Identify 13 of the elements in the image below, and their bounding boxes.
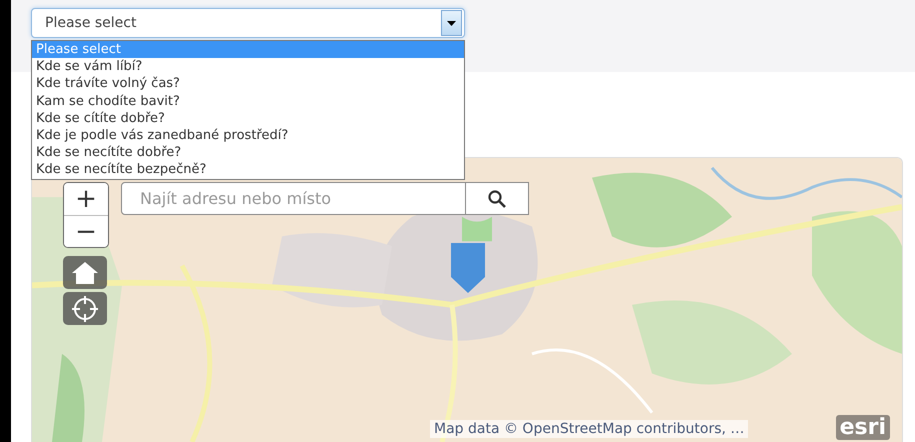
map-attribution: Map data © OpenStreetMap contributors, … xyxy=(430,420,748,438)
search-button[interactable] xyxy=(466,182,529,215)
locate-button[interactable] xyxy=(63,292,107,325)
search-icon xyxy=(488,190,506,208)
home-button[interactable] xyxy=(63,256,107,289)
select-value: Please select xyxy=(44,15,138,31)
caret-icon[interactable] xyxy=(441,10,462,36)
search-field[interactable]: Najít adresu nebo místo xyxy=(121,182,466,215)
dropdown-select[interactable]: Please select xyxy=(31,8,465,38)
esri-logo: esri xyxy=(836,415,890,440)
crosshair-icon xyxy=(71,294,99,322)
home-icon xyxy=(72,262,98,284)
zoom-out-button[interactable]: − xyxy=(64,215,108,247)
